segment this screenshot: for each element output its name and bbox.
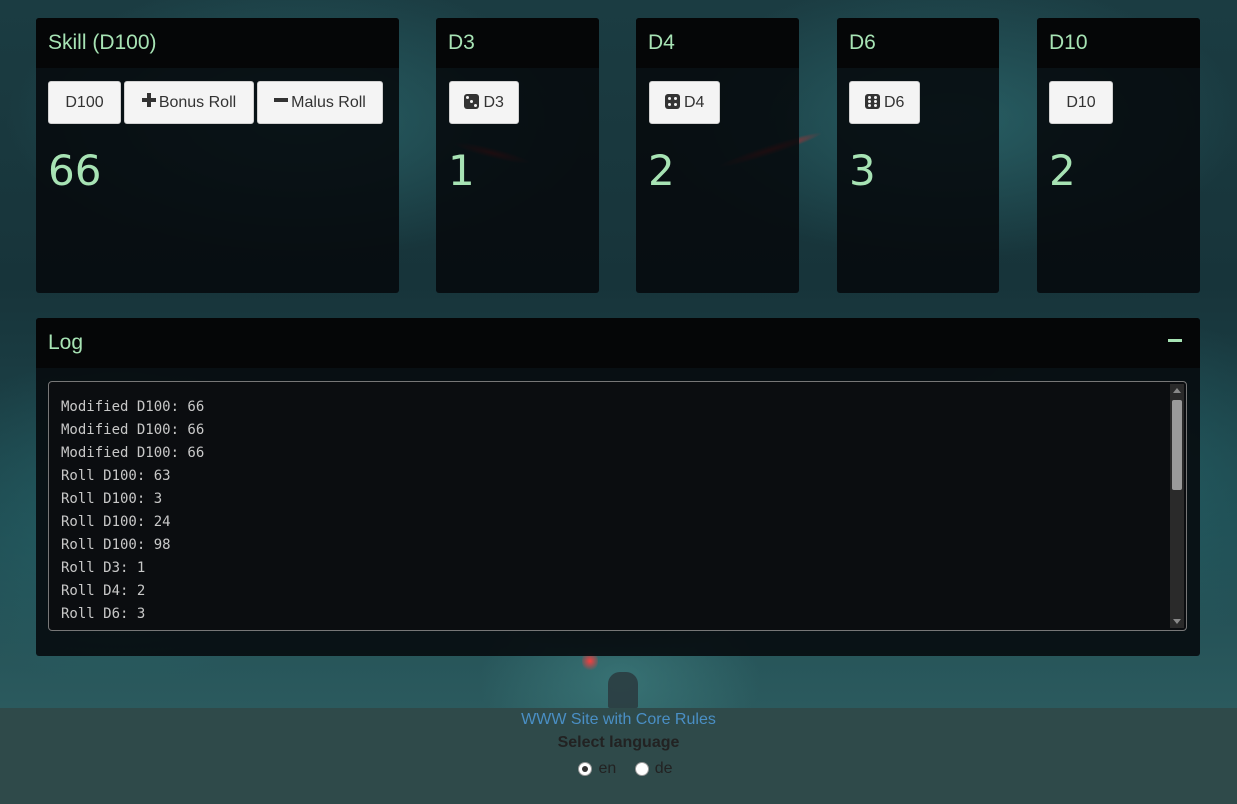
d6-button[interactable]: D6 — [849, 81, 920, 124]
core-rules-link[interactable]: WWW Site with Core Rules — [0, 711, 1237, 729]
radio-de-label[interactable]: de — [655, 760, 673, 777]
log-line: Modified D100: 66 — [61, 399, 205, 415]
malus-roll-label: Malus Roll — [291, 94, 366, 111]
log-panel-title: Log — [36, 318, 1200, 368]
language-radio-group: en de — [0, 760, 1237, 778]
log-panel: Log Modified D100: 66 Modified D100: 66 … — [36, 318, 1200, 656]
d3-button-label: D3 — [483, 94, 504, 111]
d10-button-label: D10 — [1066, 94, 1096, 111]
d3-button[interactable]: D3 — [449, 81, 519, 124]
bonus-roll-label: Bonus Roll — [158, 94, 237, 111]
d3-panel-title: D3 — [436, 18, 599, 68]
log-line: Roll D6: 3 — [61, 606, 146, 622]
skill-result: 66 — [48, 146, 102, 195]
d3-result: 1 — [448, 146, 475, 195]
hooded-figure — [608, 672, 638, 708]
minus-icon — [274, 82, 289, 123]
radio-en[interactable] — [578, 761, 593, 776]
dice-six-icon — [864, 93, 880, 109]
log-line: Roll D100: 98 — [61, 537, 171, 553]
log-lines: Modified D100: 66 Modified D100: 66 Modi… — [49, 382, 1186, 630]
scroll-down-arrow-icon[interactable] — [1173, 619, 1181, 624]
d6-result: 3 — [849, 146, 876, 195]
log-line: Modified D100: 66 — [61, 445, 205, 461]
log-line: Roll D100: 63 — [61, 468, 171, 484]
select-language-label: Select language — [557, 734, 680, 751]
d6-panel: D6 D6 3 — [837, 18, 999, 293]
plus-icon — [141, 82, 156, 123]
footer: WWW Site with Core Rules Select language… — [0, 708, 1237, 804]
bonus-roll-button[interactable]: Bonus Roll — [124, 81, 254, 124]
d6-button-label: D6 — [884, 94, 905, 111]
d10-panel-title: D10 — [1037, 18, 1200, 68]
dice-three-icon — [464, 93, 480, 109]
log-line: Roll D4: 2 — [61, 583, 146, 599]
malus-roll-button[interactable]: Malus Roll — [257, 81, 383, 124]
scrollbar-thumb[interactable] — [1172, 400, 1182, 490]
log-line: Roll D100: 3 — [61, 491, 163, 507]
d4-panel: D4 D4 2 — [636, 18, 799, 293]
d10-result: 2 — [1049, 146, 1076, 195]
d4-panel-title: D4 — [636, 18, 799, 68]
radio-en-label[interactable]: en — [598, 760, 616, 777]
log-line: Roll D3: 1 — [61, 560, 146, 576]
d6-panel-title: D6 — [837, 18, 999, 68]
log-line: Modified D100: 66 — [61, 422, 205, 438]
d4-button-label: D4 — [684, 94, 705, 111]
log-textarea[interactable]: Modified D100: 66 Modified D100: 66 Modi… — [48, 381, 1187, 631]
d3-panel: D3 D3 1 — [436, 18, 599, 293]
log-line: Roll D100: 24 — [61, 514, 171, 530]
collapse-minus-icon[interactable] — [1168, 339, 1182, 342]
d4-result: 2 — [648, 146, 675, 195]
dice-four-icon — [664, 93, 680, 109]
skill-panel: Skill (D100) D100 Bonus Roll Malus Roll … — [36, 18, 399, 293]
scroll-up-arrow-icon[interactable] — [1173, 388, 1181, 393]
skill-panel-title: Skill (D100) — [36, 18, 399, 68]
radio-de[interactable] — [634, 761, 649, 776]
d10-button[interactable]: D10 — [1049, 81, 1113, 124]
d100-button-label: D100 — [65, 94, 104, 111]
d100-button[interactable]: D100 — [48, 81, 121, 124]
d4-button[interactable]: D4 — [649, 81, 720, 124]
log-scrollbar[interactable] — [1170, 384, 1184, 628]
d10-panel: D10 D10 2 — [1037, 18, 1200, 293]
